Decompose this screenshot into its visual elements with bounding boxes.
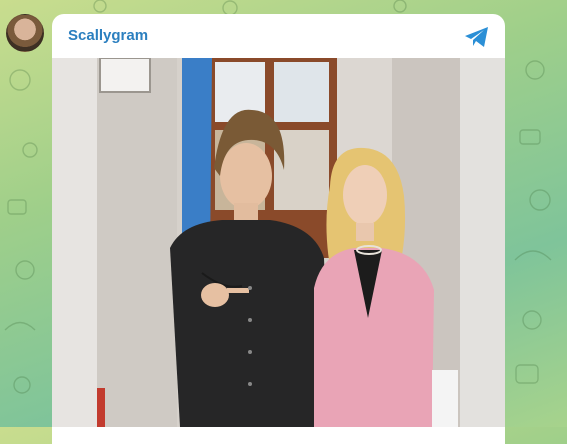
channel-name[interactable]: Scallygram	[68, 27, 148, 44]
channel-avatar[interactable]	[6, 14, 44, 52]
telegram-plane-icon[interactable]	[463, 25, 491, 49]
post-photo[interactable]	[52, 58, 505, 427]
photo-icon	[52, 58, 505, 427]
